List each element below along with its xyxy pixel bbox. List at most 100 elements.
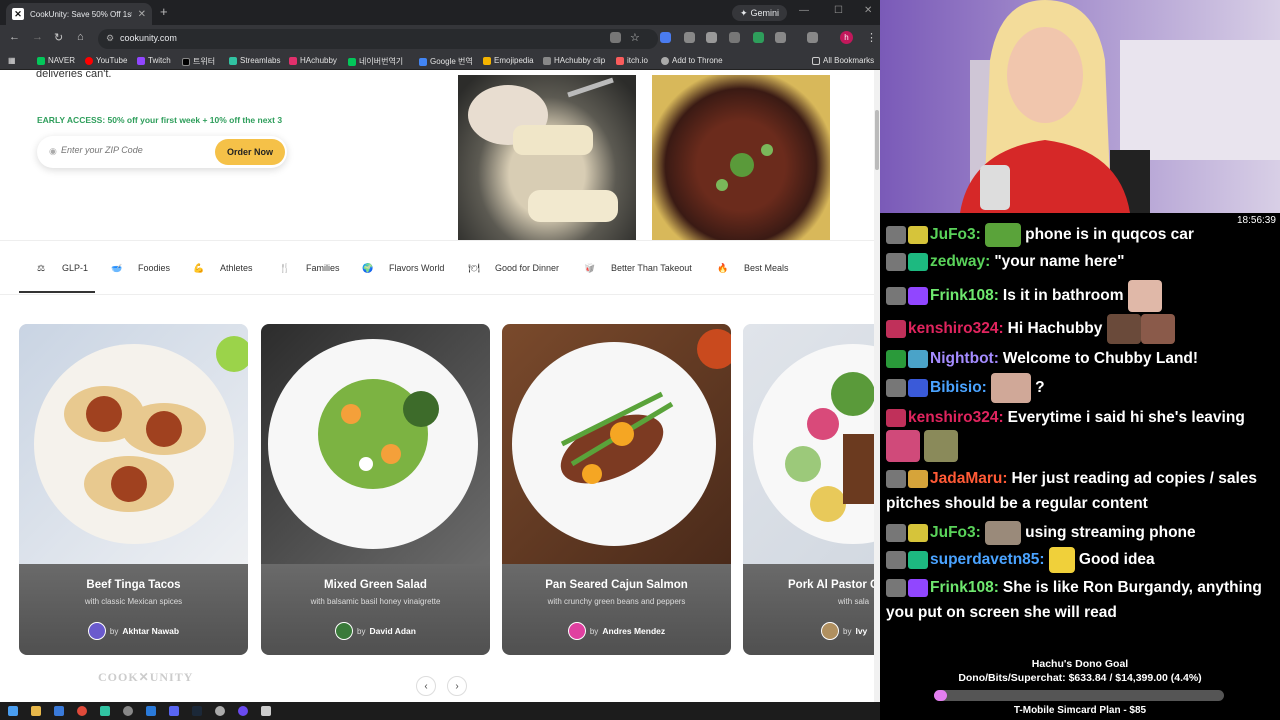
tab-foodies[interactable]: 🥣 Foodies	[104, 256, 170, 280]
bookmark-itchio[interactable]: itch.io	[616, 56, 648, 65]
address-bar-row: ← → ↻ ⌂ ⚙ cookunity.com ☆ h ⋮	[0, 25, 880, 52]
plate-icon: 🍽	[468, 262, 480, 273]
tab-athletes[interactable]: 💪 Athletes	[186, 256, 252, 280]
bookmark-hachubby[interactable]: HAchubby	[289, 56, 337, 65]
meal-name: Beef Tinga Tacos	[86, 579, 181, 591]
bookmark-streamlabs[interactable]: Streamlabs	[229, 56, 280, 65]
puzzle-icon[interactable]	[775, 32, 786, 43]
meal-image-salad	[261, 324, 490, 564]
bookmark-naver-translate[interactable]: 네이버번역기	[348, 56, 403, 67]
file-explorer-icon[interactable]	[31, 706, 41, 716]
tab-flavors-world[interactable]: 🌍 Flavors World	[355, 256, 444, 280]
chef-avatar	[821, 622, 839, 640]
active-tab[interactable]: ✕ CookUnity: Save 50% Off 1st W ✕	[6, 3, 152, 25]
discord-icon[interactable]	[169, 706, 179, 716]
sub-badge-icon	[908, 379, 928, 397]
translate-icon[interactable]	[610, 32, 621, 43]
obs-icon[interactable]	[123, 706, 133, 716]
sparkle-icon: ✦	[740, 7, 748, 18]
goal-progress-fill	[934, 690, 947, 701]
bookmark-youtube[interactable]: YouTube	[85, 56, 127, 65]
maximize-icon[interactable]: ☐	[834, 5, 843, 16]
tab-better-than-takeout[interactable]: 🥡 Better Than Takeout	[577, 256, 691, 280]
menu-icon[interactable]: ⋮	[866, 31, 877, 44]
chrome-icon[interactable]	[77, 706, 87, 716]
reload-icon[interactable]: ↻	[54, 31, 63, 44]
meal-card[interactable]: Mixed Green Salad with balsamic basil ho…	[261, 324, 490, 655]
extension-icon[interactable]	[753, 32, 764, 43]
tab-glp1[interactable]: ⚖ GLP-1	[28, 256, 88, 280]
meal-subtitle: with balsamic basil honey vinaigrette	[310, 597, 441, 606]
chat-text: Hi Hachubby	[1007, 320, 1103, 338]
chat-text: "your name here"	[994, 253, 1125, 270]
start-icon[interactable]	[8, 706, 18, 716]
tab-best-meals[interactable]: 🔥 Best Meals	[710, 256, 788, 280]
home-icon[interactable]: ⌂	[77, 31, 84, 43]
bookmark-throne[interactable]: Add to Throne	[661, 56, 723, 65]
gemini-button[interactable]: ✦ Gemini	[732, 5, 788, 21]
all-bookmarks[interactable]: All Bookmarks	[812, 56, 874, 65]
url-text: cookunity.com	[120, 33, 177, 43]
bookmark-google-translate[interactable]: Google 번역	[419, 56, 473, 67]
site-info-icon[interactable]: ⚙	[106, 33, 114, 44]
profile-avatar[interactable]: h	[840, 31, 853, 44]
zip-input[interactable]	[61, 145, 201, 155]
extension-icon[interactable]	[660, 32, 671, 43]
mod-sword-badge-icon	[886, 349, 906, 368]
bookmark-twitter[interactable]: 트위터	[182, 56, 215, 67]
app-icon[interactable]	[215, 706, 225, 716]
meal-subtitle: with sala	[838, 597, 870, 606]
close-tab-icon[interactable]: ✕	[138, 9, 146, 20]
bot-badge-icon	[908, 349, 928, 368]
extension-icon[interactable]	[729, 32, 740, 43]
app-icon[interactable]	[238, 706, 248, 716]
back-icon[interactable]: ←	[9, 31, 20, 43]
apps-grid-icon[interactable]: ▦	[8, 56, 16, 65]
chat-message: JadaMaru: Her just reading ad copies / sa…	[886, 466, 1278, 516]
carousel-prev-button[interactable]: ‹	[416, 676, 436, 696]
app-icon[interactable]	[261, 706, 271, 716]
forward-icon[interactable]: →	[32, 31, 43, 43]
streamlabs-icon[interactable]	[100, 706, 110, 716]
app-icon[interactable]	[146, 706, 156, 716]
chef-avatar	[87, 622, 106, 640]
chat-text: ?	[1035, 379, 1045, 397]
chat-message: superdavetn85: Good idea	[886, 547, 1278, 573]
chat-username: Frink108:	[930, 579, 999, 596]
bookmark-star-icon[interactable]: ☆	[630, 31, 640, 44]
sub-badge-icon	[908, 225, 928, 244]
bookmark-hachubby-clip[interactable]: HAchubby clip	[543, 56, 605, 65]
chat-message: Bibisio: ?	[886, 373, 1278, 403]
meal-card[interactable]: Pork Al Pastor C with sala by Ivy	[743, 324, 874, 655]
sub-badge-icon	[886, 408, 906, 427]
carousel-next-button[interactable]: ›	[447, 676, 467, 696]
webcam-feed	[880, 0, 1280, 213]
bookmark-naver[interactable]: NAVER	[37, 56, 75, 65]
meal-name: Pork Al Pastor C	[788, 579, 874, 591]
url-field[interactable]: ⚙ cookunity.com	[98, 29, 658, 49]
bookmark-emojipedia[interactable]: Emojipedia	[483, 56, 534, 65]
extension-icon[interactable]	[684, 32, 695, 43]
meal-image-salmon	[502, 324, 731, 564]
chef-name: David Adan	[369, 626, 416, 636]
order-now-button[interactable]: Order Now	[215, 139, 285, 165]
chat-username: kenshiro324:	[908, 320, 1004, 338]
chef-info: by David Adan	[261, 622, 490, 640]
side-panel-icon[interactable]	[807, 32, 818, 43]
bowl-icon: 🥣	[111, 262, 123, 273]
minimize-icon[interactable]: —	[799, 5, 809, 16]
meal-card-footer: Pork Al Pastor C with sala by Ivy	[743, 564, 874, 655]
tab-good-for-dinner[interactable]: 🍽 Good for Dinner	[461, 256, 559, 280]
webcam-scene	[880, 0, 1280, 213]
bookmark-twitch[interactable]: Twitch	[137, 56, 171, 65]
close-window-icon[interactable]: ✕	[864, 5, 872, 16]
new-tab-icon[interactable]: +	[160, 4, 168, 19]
scrollbar-thumb[interactable]	[875, 110, 879, 170]
steam-icon[interactable]	[192, 706, 202, 716]
tab-families[interactable]: 🍴 Families	[272, 256, 339, 280]
app-icon[interactable]	[54, 706, 64, 716]
meal-card[interactable]: Beef Tinga Tacos with classic Mexican sp…	[19, 324, 248, 655]
extension-icon[interactable]	[706, 32, 717, 43]
meal-card[interactable]: Pan Seared Cajun Salmon with crunchy gre…	[502, 324, 731, 655]
chat-message: Frink108: Is it in bathroom	[886, 280, 1278, 312]
